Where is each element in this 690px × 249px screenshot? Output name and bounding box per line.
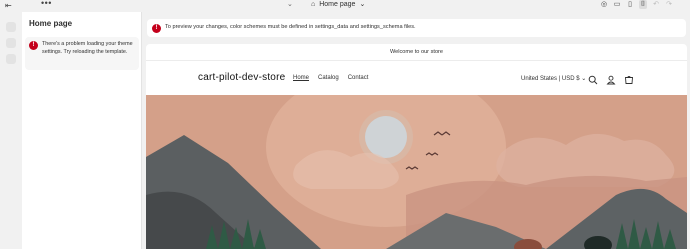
nav-catalog[interactable]: Catalog	[318, 75, 339, 81]
sidebar-panel: Home page ! There's a problem loading yo…	[22, 12, 142, 249]
store-header: cart-pilot-dev-store Home Catalog Contac…	[146, 61, 687, 95]
country-currency-selector[interactable]: United States | USD $ ⌄	[521, 75, 586, 82]
cart-icon[interactable]	[624, 72, 634, 84]
theme-chevron-icon[interactable]: ⌄	[287, 0, 293, 8]
sidebar-title: Home page	[29, 19, 73, 28]
store-preview: Welcome to our store cart-pilot-dev-stor…	[146, 44, 687, 249]
page-selector-label: Home page	[319, 0, 356, 8]
chevron-down-icon: ⌄	[581, 76, 587, 82]
announcement-bar: Welcome to our store	[146, 44, 687, 61]
preview-notice-banner: ! To preview your changes, color schemes…	[147, 19, 686, 37]
nav-home[interactable]: Home	[293, 75, 309, 81]
error-icon: !	[152, 24, 161, 33]
hero-image	[146, 95, 687, 249]
search-icon[interactable]	[588, 72, 598, 85]
undo-icon[interactable]: ↶	[652, 0, 660, 9]
sections-icon[interactable]	[6, 22, 16, 32]
fullscreen-view-icon[interactable]: ⌷	[639, 0, 647, 9]
nav-contact[interactable]: Contact	[348, 75, 369, 81]
country-currency-label: United States | USD $	[521, 76, 580, 82]
sidebar-error-message: There's a problem loading your theme set…	[42, 41, 133, 55]
editor-topbar: ⇤ ••• ⌄ ⌂ Home page ⌄ ◎ ▭ ▯ ⌷ ↶ ↷	[0, 0, 690, 12]
inspector-icon[interactable]: ◎	[600, 0, 608, 9]
more-actions-icon[interactable]: •••	[41, 0, 52, 8]
home-icon: ⌂	[311, 0, 316, 8]
preview-notice-text: To preview your changes, color schemes m…	[165, 24, 416, 30]
exit-icon[interactable]: ⇤	[5, 1, 12, 10]
error-icon: !	[29, 41, 38, 50]
chevron-down-icon: ⌄	[359, 1, 366, 8]
theme-settings-icon[interactable]	[6, 38, 16, 48]
topbar-actions: ◎ ▭ ▯ ⌷ ↶ ↷	[600, 0, 673, 9]
page-selector[interactable]: ⌂ Home page ⌄	[311, 0, 366, 9]
left-rail	[0, 12, 22, 249]
app-embeds-icon[interactable]	[6, 54, 16, 64]
desktop-view-icon[interactable]: ▭	[613, 0, 621, 9]
redo-icon[interactable]: ↷	[665, 0, 673, 9]
hero-sun	[365, 116, 407, 158]
account-icon[interactable]	[606, 72, 616, 85]
mobile-view-icon[interactable]: ▯	[626, 0, 634, 9]
main-nav: Home Catalog Contact	[293, 75, 368, 81]
store-logo[interactable]: cart-pilot-dev-store	[198, 72, 285, 83]
sidebar-error-banner: ! There's a problem loading your theme s…	[25, 37, 139, 70]
header-icons	[588, 72, 634, 85]
